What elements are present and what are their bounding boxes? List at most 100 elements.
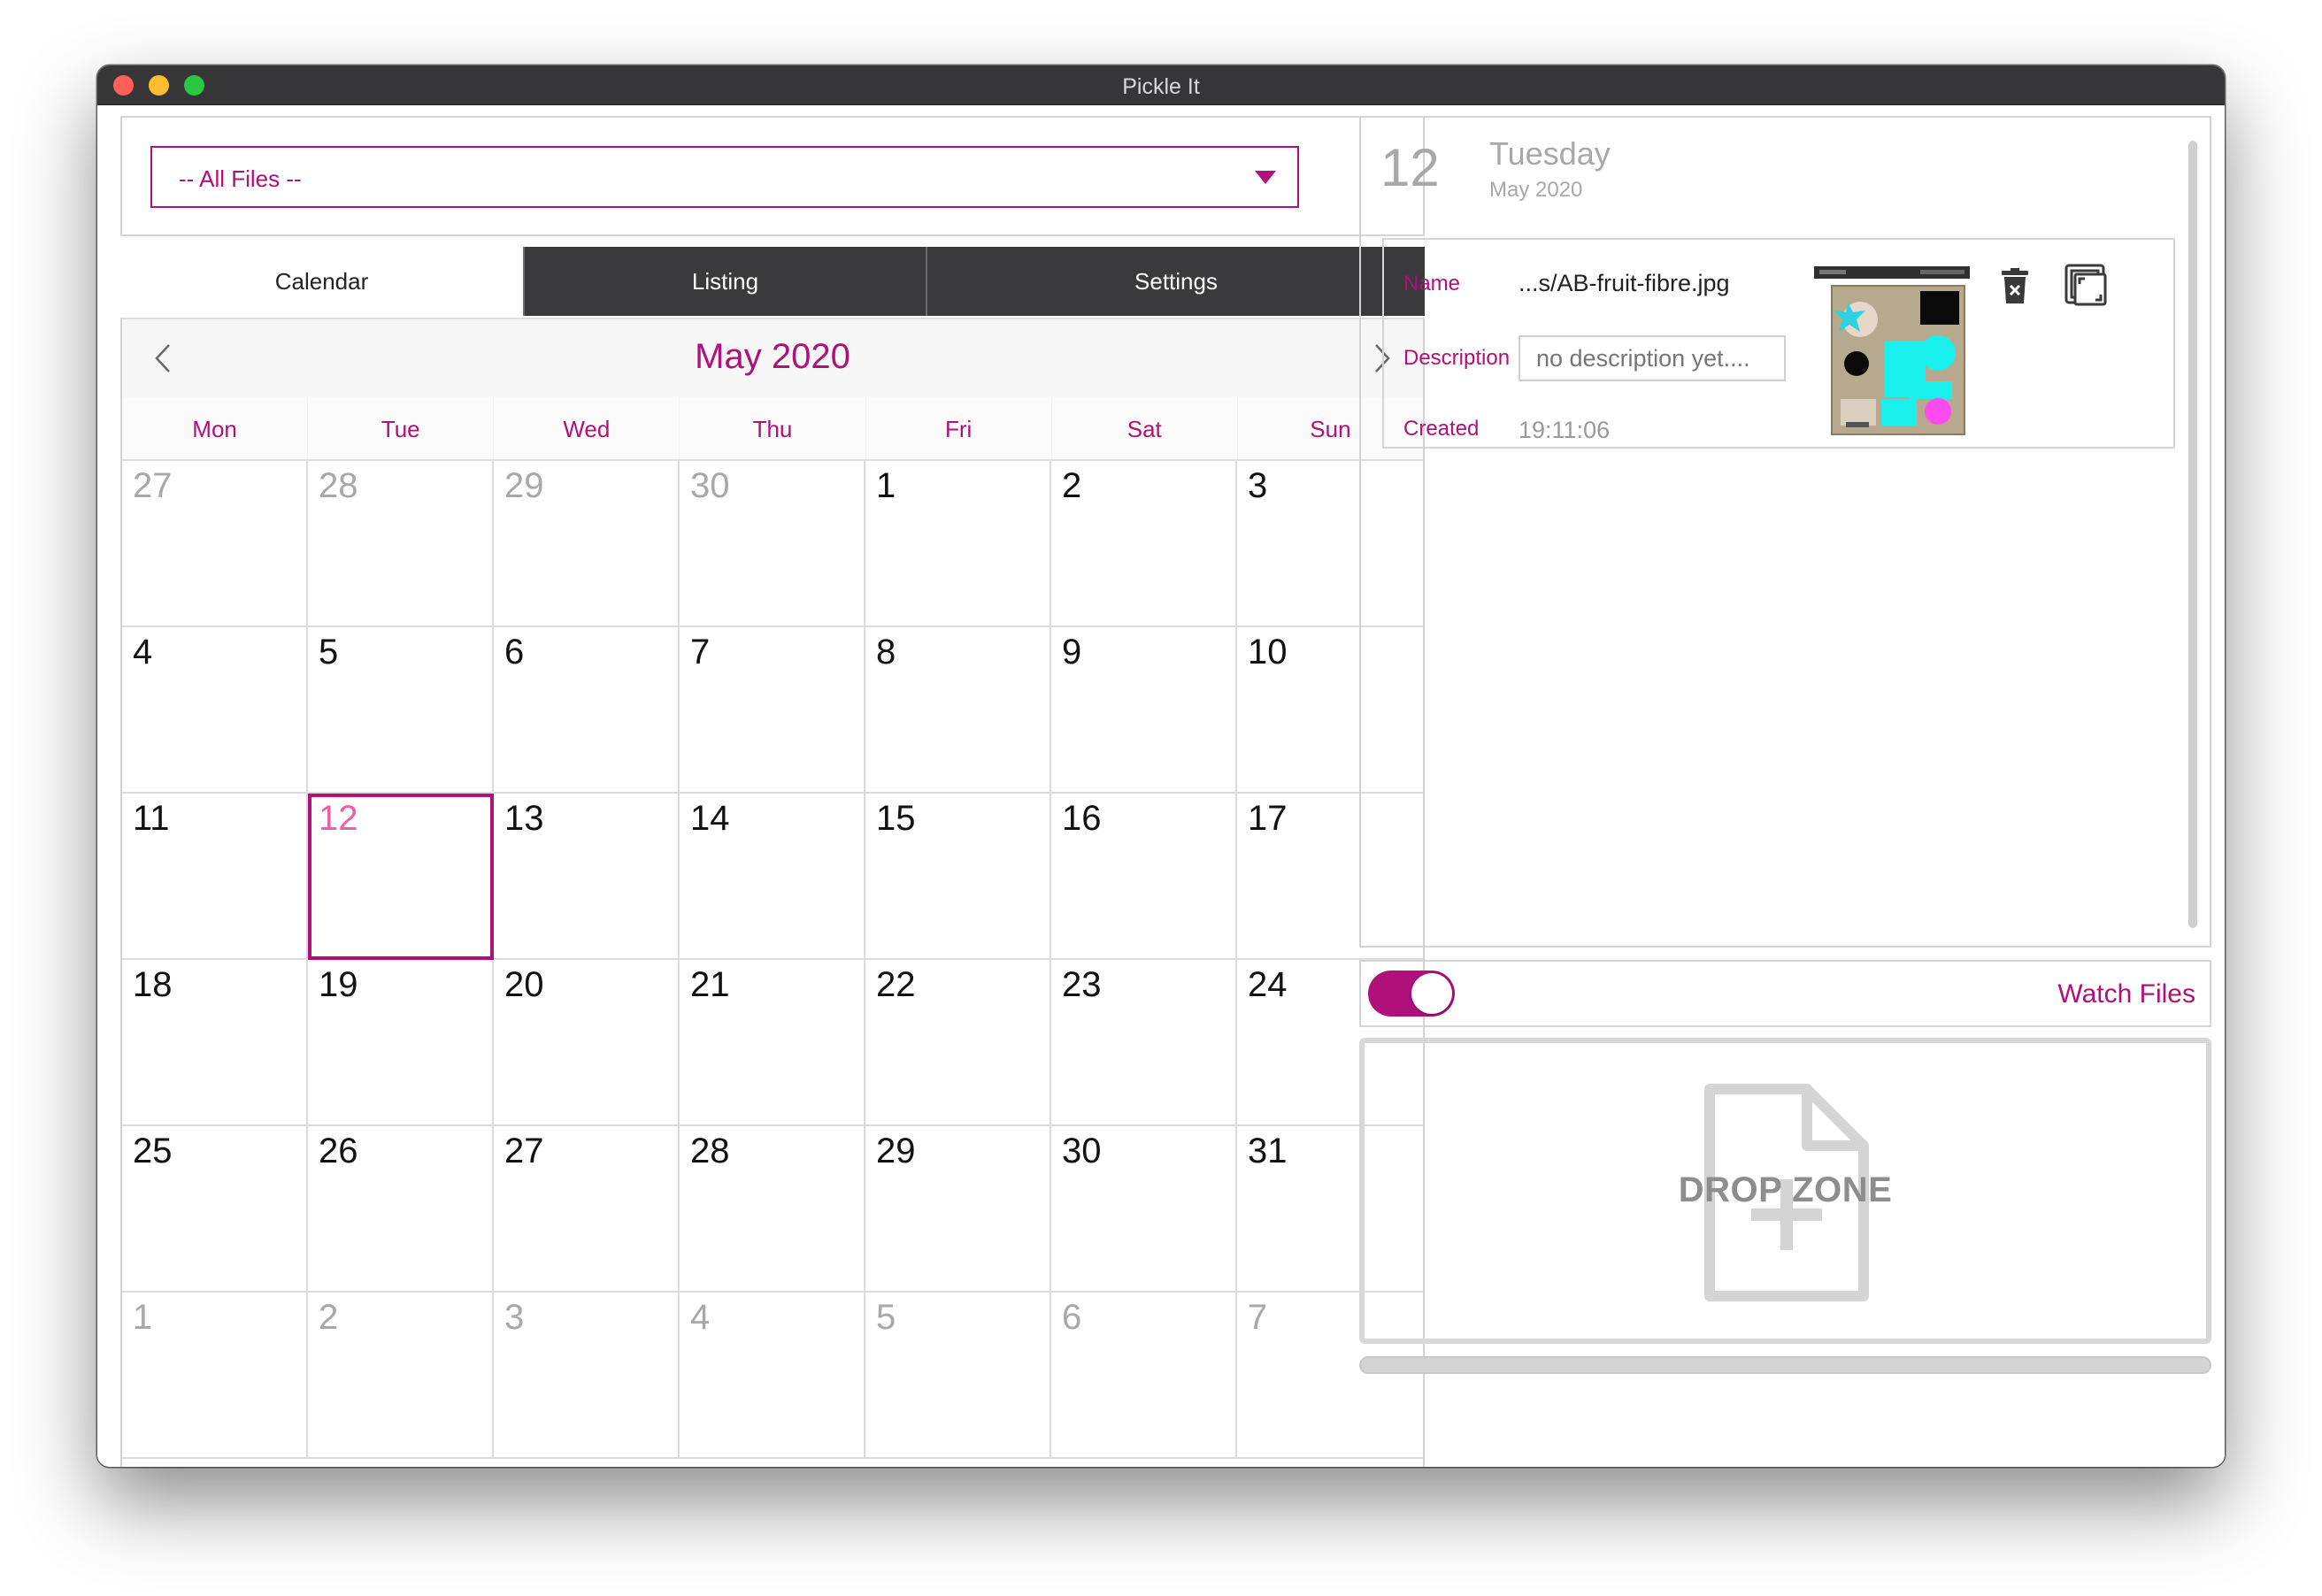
watch-files-bar: Watch Files <box>1359 960 2211 1027</box>
calendar-grid: 27 28 29 30 1 2 3 4 5 6 7 8 9 10 11 12 13 14 15 16 17 18 19 20 2… <box>122 461 1423 1466</box>
tab-bar: Calendar Listing Settings <box>120 247 1425 316</box>
day-number: 30 <box>690 466 730 505</box>
calendar-day[interactable]: 11 <box>122 794 308 960</box>
tab-listing[interactable]: Listing <box>523 247 926 316</box>
day-number: 6 <box>504 633 525 671</box>
calendar-day[interactable]: 5 <box>865 1293 1051 1459</box>
tab-calendar[interactable]: Calendar <box>120 247 523 316</box>
day-number: 2 <box>319 1298 339 1337</box>
calendar-day[interactable]: 2 <box>1051 461 1237 627</box>
calendar-day[interactable]: 19 <box>308 960 494 1126</box>
weekday-header: Mon Tue Wed Thu Fri Sat Sun <box>122 397 1423 461</box>
calendar-day[interactable]: 5 <box>308 627 494 794</box>
day-number: 2 <box>1062 466 1082 505</box>
expand-icon[interactable] <box>2064 263 2110 309</box>
calendar-day[interactable]: 3 <box>494 1293 680 1459</box>
day-number: 28 <box>690 1132 730 1170</box>
calendar-day[interactable]: 8 <box>865 627 1051 794</box>
calendar-day[interactable]: 26 <box>308 1126 494 1293</box>
calendar-day[interactable]: 23 <box>1051 960 1237 1126</box>
caret-down-icon <box>1255 171 1276 184</box>
day-number: 18 <box>133 965 173 1004</box>
calendar-day[interactable]: 6 <box>1051 1293 1237 1459</box>
day-number: 22 <box>876 965 916 1004</box>
calendar-day[interactable]: 30 <box>680 461 865 627</box>
day-number: 13 <box>504 799 544 838</box>
calendar-header: May 2020 <box>122 318 1423 399</box>
calendar-day[interactable]: 1 <box>865 461 1051 627</box>
file-filter-value: -- All Files -- <box>179 165 302 192</box>
day-number: 5 <box>319 633 339 671</box>
weekday-label: Fri <box>866 397 1052 459</box>
day-number: 9 <box>1062 633 1082 671</box>
calendar-day[interactable]: 16 <box>1051 794 1237 960</box>
calendar-day[interactable]: 22 <box>865 960 1051 1126</box>
calendar-day[interactable]: 1 <box>122 1293 308 1459</box>
calendar-day[interactable]: 7 <box>680 627 865 794</box>
detail-weekday: Tuesday <box>1489 135 1611 172</box>
watch-files-toggle[interactable] <box>1368 971 1455 1017</box>
day-number: 1 <box>876 466 896 505</box>
calendar-day[interactable]: 4 <box>122 627 308 794</box>
day-number: 7 <box>1248 1298 1268 1337</box>
tab-settings[interactable]: Settings <box>926 247 1425 316</box>
trash-icon[interactable] <box>2000 268 2030 305</box>
detail-scrollbar[interactable] <box>2188 141 2197 928</box>
calendar-day[interactable]: 30 <box>1051 1126 1237 1293</box>
calendar-day[interactable]: 6 <box>494 627 680 794</box>
day-number: 11 <box>133 799 170 838</box>
calendar-day[interactable]: 15 <box>865 794 1051 960</box>
file-created-time: 19:11:06 <box>1519 417 1611 443</box>
filter-panel: -- All Files -- <box>120 116 1425 236</box>
file-description-input[interactable] <box>1519 335 1786 381</box>
day-number: 5 <box>876 1298 896 1337</box>
calendar-day[interactable]: 9 <box>1051 627 1237 794</box>
day-number: 8 <box>876 633 896 671</box>
calendar-day[interactable]: 27 <box>122 461 308 627</box>
app-window: Pickle It -- All Files -- Calendar Listi… <box>97 65 2225 1467</box>
day-number: 7 <box>690 633 711 671</box>
calendar-day[interactable]: 27 <box>494 1126 680 1293</box>
calendar-day[interactable]: 14 <box>680 794 865 960</box>
drop-zone-label: DROP ZONE <box>1678 1170 1893 1209</box>
day-number: 27 <box>504 1132 544 1170</box>
weekday-label: Mon <box>122 397 309 459</box>
calendar-day[interactable]: 4 <box>680 1293 865 1459</box>
day-number: 4 <box>690 1298 711 1337</box>
day-number: 3 <box>1248 466 1268 505</box>
file-thumbnail[interactable] <box>1814 266 1970 436</box>
day-number: 4 <box>133 633 153 671</box>
drop-zone[interactable]: DROP ZONE <box>1359 1038 2211 1344</box>
calendar-day[interactable]: 29 <box>865 1126 1051 1293</box>
day-number: 6 <box>1062 1298 1082 1337</box>
calendar-day[interactable]: 29 <box>494 461 680 627</box>
weekday-label: Sat <box>1052 397 1238 459</box>
day-number: 10 <box>1248 633 1288 671</box>
day-number: 15 <box>876 799 916 838</box>
day-number: 25 <box>133 1132 173 1170</box>
calendar-day[interactable]: 28 <box>680 1126 865 1293</box>
file-created-label: Created <box>1403 417 1480 441</box>
calendar-day[interactable]: 20 <box>494 960 680 1126</box>
detail-month-year: May 2020 <box>1489 178 1583 202</box>
file-name-label: Name <box>1403 272 1461 295</box>
day-number: 17 <box>1248 799 1288 838</box>
day-number: 3 <box>504 1298 525 1337</box>
watch-files-label: Watch Files <box>2057 979 2195 1009</box>
day-number: 16 <box>1062 799 1102 838</box>
day-number: 19 <box>319 965 358 1004</box>
calendar-day-selected[interactable]: 12 <box>308 794 494 960</box>
day-number: 30 <box>1062 1132 1102 1170</box>
calendar-day[interactable]: 25 <box>122 1126 308 1293</box>
calendar-day[interactable]: 13 <box>494 794 680 960</box>
calendar-day[interactable]: 2 <box>308 1293 494 1459</box>
detail-day-number: 12 <box>1380 138 1440 197</box>
day-number: 28 <box>319 466 358 505</box>
calendar-day[interactable]: 18 <box>122 960 308 1126</box>
day-number: 29 <box>504 466 544 505</box>
day-number: 24 <box>1248 965 1288 1004</box>
calendar-day[interactable]: 21 <box>680 960 865 1126</box>
day-number: 1 <box>133 1298 153 1337</box>
calendar-day[interactable]: 28 <box>308 461 494 627</box>
file-filter-select[interactable]: -- All Files -- <box>150 146 1299 208</box>
